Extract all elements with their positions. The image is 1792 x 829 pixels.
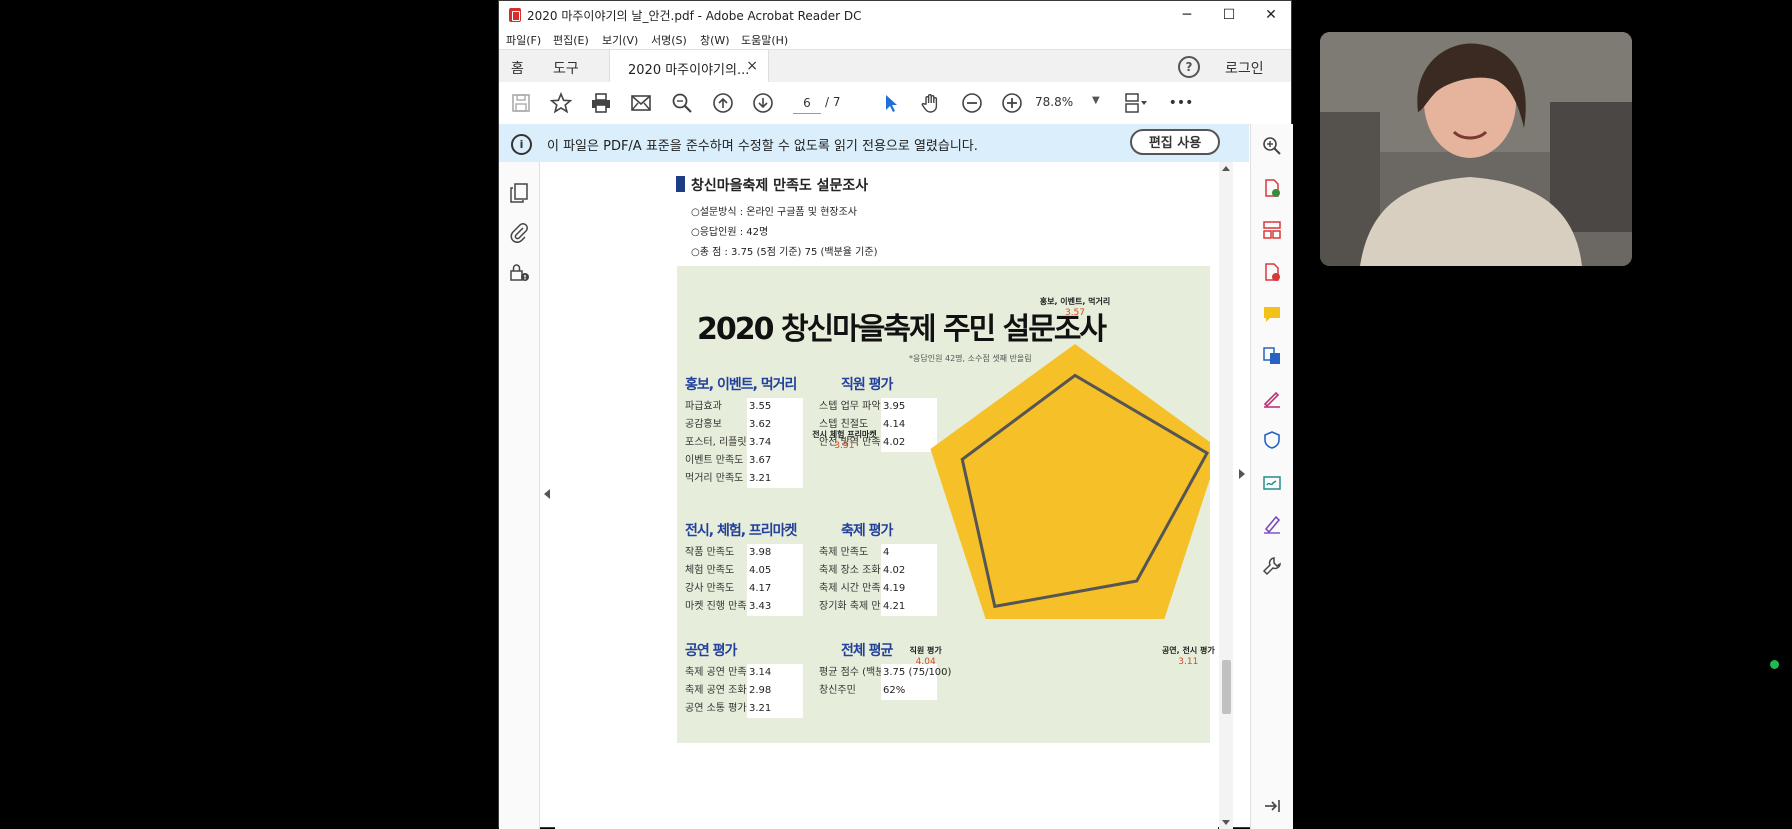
respondents-line: ○응답인원 : 42명: [691, 227, 769, 238]
login-button[interactable]: 로그인: [1225, 58, 1264, 78]
survey-method-line: ○설문방식 : 온라인 구글폼 및 현장조사: [691, 207, 857, 218]
vertical-scrollbar[interactable]: [1219, 162, 1233, 829]
toolbar: 6 / 7 78.8% ▼ •••: [499, 82, 1291, 125]
email-icon[interactable]: [629, 91, 653, 115]
radar-value-label: 4.04: [915, 656, 936, 667]
security-lock-icon[interactable]: [509, 262, 529, 284]
radar-value-label: 3.51: [834, 441, 855, 452]
pdf-heading: 창신마을축제 만족도 설문조사: [676, 175, 868, 195]
page-total: / 7: [825, 95, 841, 109]
acrobat-window: 2020 마주이야기의 날_안건.pdf - Adobe Acrobat Rea…: [498, 0, 1293, 829]
star-icon[interactable]: [549, 91, 573, 115]
info-message: 이 파일은 PDF/A 표준을 준수하며 수정할 수 없도록 읽기 전용으로 열…: [547, 139, 978, 154]
scroll-down-icon[interactable]: [1222, 820, 1230, 825]
zoom-dropdown-icon[interactable]: ▼: [1092, 95, 1100, 106]
search-zoom-icon[interactable]: [1262, 136, 1282, 156]
tab-tools[interactable]: 도구: [553, 58, 579, 78]
radar-axis-label: 직원 평가: [909, 645, 942, 655]
tab-document[interactable]: 2020 마주이야기의... ×: [609, 50, 769, 83]
more-tools-wrench-icon[interactable]: [1262, 556, 1282, 576]
left-nav-panel: [499, 162, 540, 829]
zoom-in-icon[interactable]: [1000, 91, 1024, 115]
send-for-signature-icon[interactable]: [1262, 472, 1282, 492]
zoom-out-icon[interactable]: [960, 91, 984, 115]
more-tools-icon[interactable]: •••: [1169, 91, 1194, 115]
radar-outer-fill: [930, 344, 1210, 619]
tab-document-label: 2020 마주이야기의...: [628, 63, 750, 78]
pdf-app-icon: [509, 8, 521, 22]
webcam-video-feed: [1320, 32, 1632, 266]
menu-file[interactable]: 파일(F): [506, 32, 541, 48]
close-button[interactable]: ✕: [1251, 1, 1291, 29]
select-cursor-icon[interactable]: [879, 91, 903, 115]
radar-value-label: 3.11: [1178, 656, 1199, 667]
help-icon[interactable]: ?: [1178, 56, 1200, 78]
maximize-button[interactable]: ☐: [1209, 1, 1249, 29]
total-score-line: ○총 점 : 3.75 (5점 기준) 75 (백분율 기준): [691, 247, 878, 258]
title-bar: 2020 마주이야기의 날_안건.pdf - Adobe Acrobat Rea…: [499, 1, 1291, 29]
info-icon: i: [511, 134, 532, 155]
tab-close-icon[interactable]: ×: [746, 58, 758, 74]
attachment-icon[interactable]: [509, 222, 529, 244]
next-page-icon[interactable]: [751, 91, 775, 115]
previous-page-icon[interactable]: [711, 91, 735, 115]
organize-pages-icon[interactable]: [1262, 220, 1282, 240]
sign-pen-icon[interactable]: [1262, 514, 1282, 534]
menu-bar: 파일(F) 편집(E) 보기(V) 서명(S) 창(W) 도움말(H): [499, 29, 1291, 49]
enable-editing-button[interactable]: 편집 사용: [1130, 129, 1220, 155]
pdfa-info-bar: i 이 파일은 PDF/A 표준을 준수하며 수정할 수 없도록 읽기 전용으로…: [499, 124, 1249, 162]
pdf-heading-text: 창신마을축제 만족도 설문조사: [691, 178, 869, 194]
hand-tool-icon[interactable]: [919, 91, 943, 115]
save-icon[interactable]: [509, 91, 533, 115]
radar-value-label: 3.57: [1064, 308, 1086, 318]
menu-window[interactable]: 창(W): [700, 32, 730, 48]
scroll-thumb[interactable]: [1222, 660, 1231, 714]
tab-bar: 홈 도구 2020 마주이야기의... × ? 로그인: [499, 49, 1291, 84]
pdf-page: 창신마을축제 만족도 설문조사 ○설문방식 : 온라인 구글폼 및 현장조사 ○…: [555, 162, 1288, 829]
collapse-panel-icon[interactable]: [1262, 796, 1282, 816]
export-pdf-icon[interactable]: [1262, 178, 1282, 198]
status-indicator-dot: [1770, 660, 1779, 669]
right-panel-collapse-icon[interactable]: [1239, 469, 1245, 479]
menu-sign[interactable]: 서명(S): [651, 32, 687, 48]
combine-files-icon[interactable]: [1262, 346, 1282, 366]
menu-view[interactable]: 보기(V): [602, 32, 638, 48]
zoom-level[interactable]: 78.8%: [1035, 95, 1073, 109]
comment-icon[interactable]: [1262, 304, 1282, 324]
heading-marker: [676, 176, 685, 192]
webcam-person-image: [1320, 32, 1632, 266]
radar-axis-label: 공연, 전시 평가: [1161, 645, 1215, 655]
right-tools-panel: [1250, 124, 1293, 829]
tab-home[interactable]: 홈: [511, 58, 524, 78]
fill-sign-icon[interactable]: [1262, 388, 1282, 408]
page-layout-icon[interactable]: [1124, 91, 1148, 115]
protect-shield-icon[interactable]: [1262, 430, 1282, 450]
page-thumbnails-icon[interactable]: [509, 182, 529, 204]
page-number-input[interactable]: 6: [793, 93, 821, 114]
window-title: 2020 마주이야기의 날_안건.pdf - Adobe Acrobat Rea…: [527, 9, 862, 23]
minimize-button[interactable]: ─: [1167, 1, 1207, 29]
create-pdf-icon[interactable]: [1262, 262, 1282, 282]
radar-axis-label: 홍보, 이벤트, 먹거리: [1039, 297, 1111, 306]
radar-chart: [930, 344, 1210, 619]
left-panel-collapse-icon[interactable]: [544, 489, 550, 499]
print-icon[interactable]: [589, 91, 613, 115]
menu-help[interactable]: 도움말(H): [741, 32, 788, 48]
menu-edit[interactable]: 편집(E): [553, 32, 589, 48]
survey-poster: 2020 창신마을축제 주민 설문조사 *응답인원 42명, 소수점 셋째 반올…: [677, 266, 1288, 743]
search-icon[interactable]: [670, 91, 694, 115]
scroll-up-icon[interactable]: [1222, 166, 1230, 171]
radar-axis-label: 전시 체험 프리마켓: [812, 430, 877, 440]
